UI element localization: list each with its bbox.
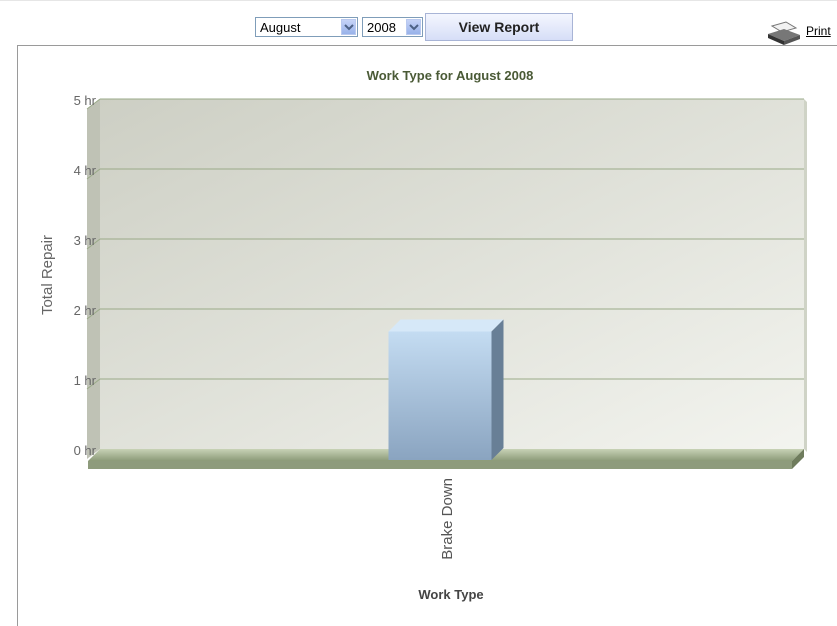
x-tick-label: Brake Down [439,478,456,560]
x-axis-title: Work Type [418,587,483,602]
y-tick-label: 4 hr [74,163,97,178]
bar-chart: 0 hr 1 hr 2 hr 3 hr 4 hr 5 hr Brake Down Work T… [39,68,807,602]
plot-left-wall [87,99,100,459]
y-axis-title: Total Repair [39,235,56,315]
y-tick-label: 5 hr [74,93,97,108]
chart-floor-front [88,461,792,469]
chart-title: Work Type for August 2008 [367,68,534,83]
bar-side-face [491,319,504,460]
plot-right-edge [804,99,807,452]
bar [388,331,492,460]
y-tick-label: 0 hr [74,443,97,458]
y-tick-label: 3 hr [74,233,97,248]
y-tick-label: 1 hr [74,373,97,388]
bar-top-face [388,319,504,332]
y-tick-label: 2 hr [74,303,97,318]
